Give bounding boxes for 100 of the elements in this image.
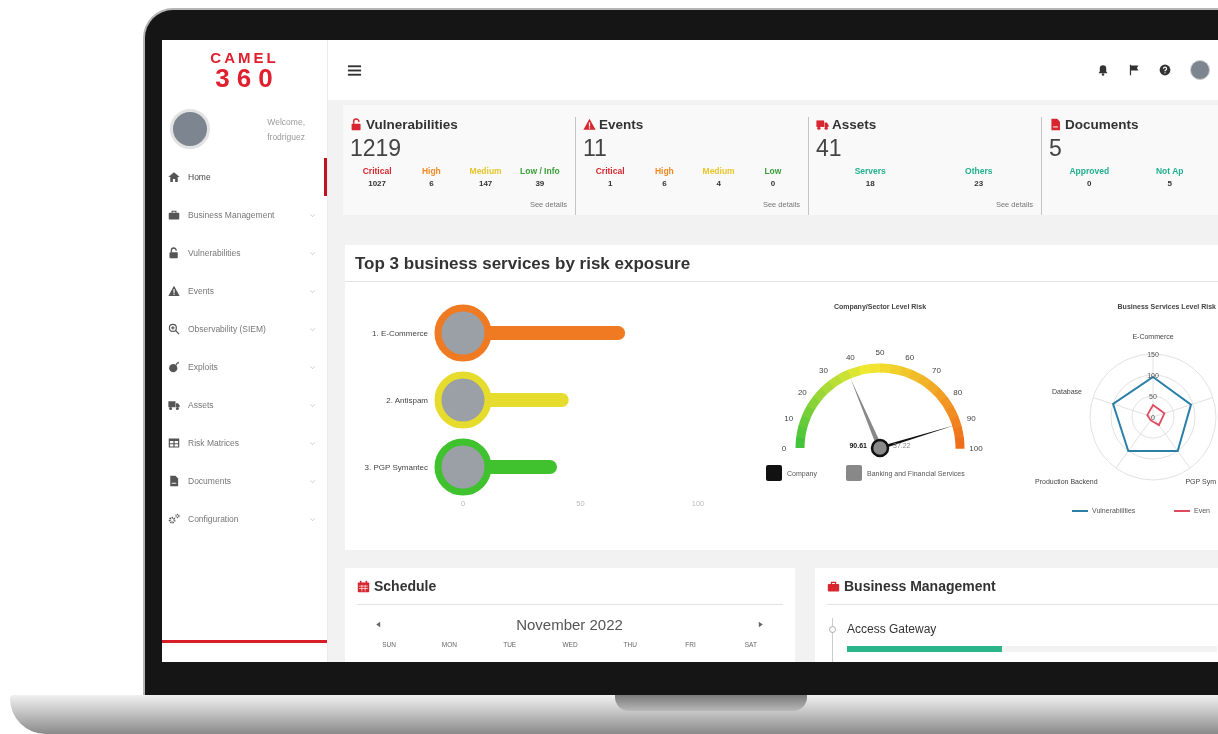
- sidebar-item-label: Vulnerabilities: [188, 248, 242, 258]
- timeline-dot: [829, 626, 836, 633]
- sidebar-item[interactable]: Documents: [162, 462, 327, 500]
- previous-month-icon[interactable]: [374, 619, 383, 629]
- stat-label: Medium: [702, 166, 735, 176]
- sidebar-item-label: Home: [188, 172, 212, 182]
- stat-label: Servers: [854, 166, 886, 176]
- stat-value: 147: [478, 179, 493, 188]
- stat-label: Approved: [1069, 166, 1110, 176]
- briefcase-icon: [827, 579, 840, 593]
- username: frodriguez: [267, 131, 305, 142]
- gauge-tick-label: 10: [784, 414, 794, 424]
- lock-icon: [350, 118, 363, 131]
- warning-icon: [583, 118, 596, 131]
- stat-value: 5: [1167, 179, 1172, 188]
- gauge-hub: [870, 438, 890, 458]
- stat-label: High: [421, 166, 441, 176]
- sidebar-item[interactable]: Configuration: [162, 500, 327, 538]
- stat-label: Others: [965, 166, 993, 176]
- stat-title: Vulnerabilities: [366, 117, 458, 132]
- stat-value: 0: [770, 179, 776, 188]
- stat-value: 18: [865, 179, 875, 188]
- bar-label: 1. E-Commerce: [372, 329, 428, 338]
- avatar-placeholder[interactable]: [1190, 60, 1210, 80]
- bell-icon[interactable]: [1097, 64, 1109, 76]
- warning-icon: [168, 285, 180, 297]
- sidebar-item[interactable]: Exploits: [162, 348, 327, 386]
- sidebar-item-label: Configuration: [188, 514, 240, 524]
- stat-label: High: [654, 166, 674, 176]
- avatar-placeholder: [170, 109, 210, 149]
- panel-title: Top 3 business services by risk exposure: [345, 245, 1218, 282]
- timeline-item-label: Access Gateway: [847, 621, 938, 636]
- sidebar-item[interactable]: Vulnerabilities: [162, 234, 327, 272]
- gauge-tick-label: 20: [797, 387, 807, 397]
- stat-label: Not Ap: [1155, 166, 1184, 176]
- logo-text: CAMEL: [210, 49, 279, 65]
- month-title: November 2022: [516, 615, 623, 633]
- sidebar-item-label: Assets: [188, 400, 215, 410]
- briefcase-icon: [168, 209, 180, 221]
- stat-value: 4: [716, 179, 721, 188]
- document-icon: [168, 475, 180, 487]
- sidebar-item[interactable]: Home: [162, 158, 327, 196]
- stat-value: 6: [429, 179, 434, 188]
- stat-title: Assets: [832, 117, 877, 132]
- stat-total: 11: [583, 137, 608, 160]
- grid-icon: [168, 437, 180, 449]
- stat-label: Critical: [595, 166, 625, 176]
- sidebar-item[interactable]: Observability (SIEM): [162, 310, 327, 348]
- gauge-tick-label: 30: [819, 366, 829, 376]
- next-month-icon[interactable]: [756, 619, 765, 629]
- gauge-tick-label: 80: [953, 387, 963, 397]
- home-icon: [168, 171, 180, 183]
- stat-label: Medium: [469, 166, 502, 176]
- sidebar-item[interactable]: Business Management: [162, 196, 327, 234]
- sidebar-item-label: Business Management: [188, 210, 276, 220]
- zoom-icon: [168, 323, 180, 335]
- sidebar-item-label: Risk Matrices: [188, 438, 240, 448]
- menu-icon[interactable]: [347, 62, 362, 78]
- logo-text: 360: [215, 64, 280, 91]
- gauge-tick-label: 60: [905, 352, 915, 362]
- gauge-tick-label: 50: [875, 348, 885, 357]
- bar-label: 3. PGP Symantec: [364, 463, 428, 472]
- bar-label: 2. Antispam: [386, 396, 428, 405]
- panel-title: Business Management: [844, 578, 996, 594]
- stat-total: 5: [1049, 137, 1063, 160]
- sidebar-item-label: Exploits: [188, 362, 219, 372]
- stat-label: Critical: [362, 166, 392, 176]
- stat-value: 0: [1087, 179, 1092, 188]
- stat-label: Low / Info: [520, 166, 560, 176]
- sidebar-item[interactable]: Risk Matrices: [162, 424, 327, 462]
- gauge-tick-label: 70: [931, 366, 941, 376]
- stat-value: 23: [974, 179, 984, 188]
- gears-icon: [168, 513, 180, 525]
- panel-title: Schedule: [374, 578, 437, 594]
- truck-icon: [816, 118, 829, 131]
- lock-icon: [168, 247, 180, 259]
- stat-total: 1219: [350, 137, 403, 160]
- bomb-icon: [168, 361, 180, 373]
- gauge-tick-label: 100: [969, 444, 983, 453]
- welcome-text: Welcome,: [267, 116, 305, 127]
- sidebar-item[interactable]: Events: [162, 272, 327, 310]
- gauge-tick-label: 90: [966, 414, 976, 424]
- stat-title: Documents: [1065, 117, 1139, 132]
- stat-total: 41: [816, 137, 843, 160]
- stat-label: Low: [764, 166, 782, 176]
- stat-value: 6: [662, 179, 667, 188]
- stat-value: 1: [607, 179, 613, 188]
- document-icon: [1049, 118, 1062, 131]
- gauge-tick-label: 40: [845, 352, 855, 362]
- gauge-tick-label: 0: [781, 444, 787, 453]
- truck-icon: [168, 399, 180, 411]
- help-icon[interactable]: [1159, 64, 1171, 76]
- calendar-icon: [357, 579, 370, 593]
- stat-value: 1027: [368, 179, 386, 188]
- stat-value: 39: [535, 179, 545, 188]
- sidebar-item-label: Documents: [188, 476, 232, 486]
- flag-icon[interactable]: [1128, 64, 1140, 76]
- sidebar-item[interactable]: Assets: [162, 386, 327, 424]
- sidebar-item-label: Events: [188, 286, 215, 296]
- sidebar-item-label: Observability (SIEM): [188, 324, 267, 334]
